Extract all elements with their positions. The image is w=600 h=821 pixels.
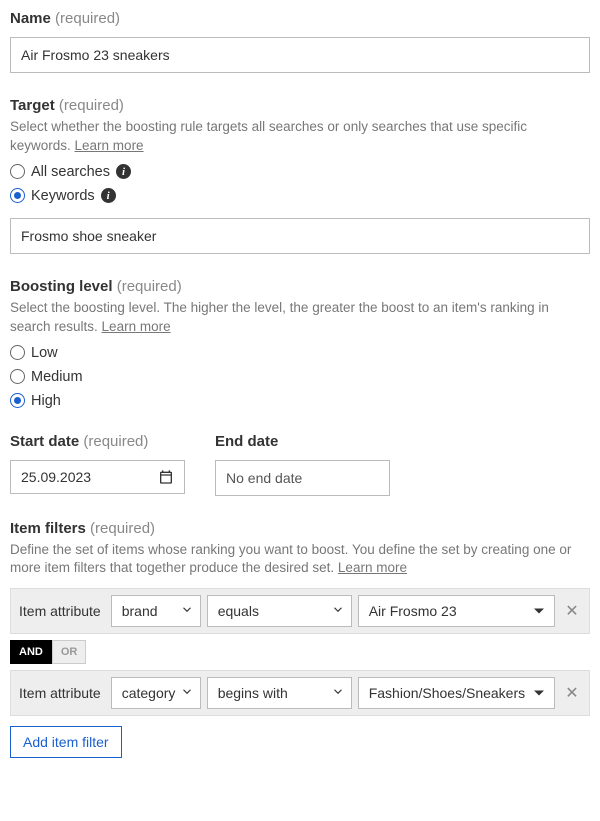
caret-down-icon [534,609,544,614]
boosting-level-help: Select the boosting level. The higher th… [10,299,590,337]
radio-all-searches-label: All searches [31,164,110,180]
item-filters-help: Define the set of items whose ranking yo… [10,541,590,579]
filter-attribute-value: category [122,685,176,701]
filter-row: Item attribute category begins with Fash… [10,670,590,716]
target-learn-more-link[interactable]: Learn more [75,138,144,153]
end-date-label-text: End date [215,433,278,450]
boosting-level-label-text: Boosting level [10,278,113,295]
name-label-text: Name [10,10,51,27]
filter-row-label: Item attribute [17,603,105,619]
filter-attribute-value: brand [122,603,158,619]
filter-value-text: Air Frosmo 23 [369,603,457,619]
start-date-input[interactable]: 25.09.2023 [10,460,185,494]
radio-all-searches[interactable] [10,164,25,179]
remove-filter-button[interactable]: ✕ [561,600,583,622]
filter-value-text: Fashion/Shoes/Sneakers [369,685,525,701]
required-tag: (required) [55,10,120,27]
required-tag: (required) [59,97,124,114]
radio-high-label: High [31,393,61,409]
radio-keywords[interactable] [10,188,25,203]
boosting-level-help-text: Select the boosting level. The higher th… [10,300,549,334]
item-filters-label-text: Item filters [10,520,86,537]
filter-operator-value: equals [218,603,259,619]
boosting-level-label: Boosting level (required) [10,278,590,295]
keywords-input[interactable] [10,218,590,254]
filter-logic-row: AND OR [10,640,590,664]
logic-and-button[interactable]: AND [10,640,52,664]
logic-or-button[interactable]: OR [52,640,87,664]
radio-low-label: Low [31,345,58,361]
radio-keywords-label: Keywords [31,188,95,204]
filter-row: Item attribute brand equals Air Frosmo 2… [10,588,590,634]
boost-medium-row[interactable]: Medium [10,369,590,385]
filters-learn-more-link[interactable]: Learn more [338,560,407,575]
filter-operator-value: begins with [218,685,288,701]
required-tag: (required) [83,433,148,450]
target-label: Target (required) [10,97,590,114]
start-date-label: Start date (required) [10,433,185,450]
radio-medium[interactable] [10,369,25,384]
item-filters-help-text: Define the set of items whose ranking yo… [10,542,571,576]
radio-low[interactable] [10,345,25,360]
boost-high-row[interactable]: High [10,393,590,409]
item-filters-label: Item filters (required) [10,520,590,537]
end-date-value: No end date [226,470,302,486]
end-date-label: End date [215,433,390,450]
filter-value-select[interactable]: Air Frosmo 23 [358,595,555,627]
filter-operator-select[interactable]: begins with [207,677,352,709]
chevron-down-icon [180,603,194,620]
start-date-value: 25.09.2023 [21,469,150,485]
name-input[interactable] [10,37,590,73]
boost-learn-more-link[interactable]: Learn more [102,319,171,334]
chevron-down-icon [331,603,345,620]
caret-down-icon [534,691,544,696]
required-tag: (required) [117,278,182,295]
radio-high[interactable] [10,393,25,408]
radio-medium-label: Medium [31,369,83,385]
remove-filter-button[interactable]: ✕ [561,682,583,704]
chevron-down-icon [180,685,194,702]
filter-attribute-select[interactable]: category [111,677,201,709]
name-label: Name (required) [10,10,590,27]
chevron-down-icon [331,685,345,702]
required-tag: (required) [90,520,155,537]
boost-low-row[interactable]: Low [10,345,590,361]
filter-attribute-select[interactable]: brand [111,595,201,627]
filter-operator-select[interactable]: equals [207,595,352,627]
target-option-all-row[interactable]: All searches i [10,164,590,180]
add-item-filter-button[interactable]: Add item filter [10,726,122,758]
filter-value-select[interactable]: Fashion/Shoes/Sneakers [358,677,555,709]
calendar-icon [158,469,174,485]
target-option-keywords-row[interactable]: Keywords i [10,188,590,204]
info-icon[interactable]: i [101,188,116,203]
info-icon[interactable]: i [116,164,131,179]
filter-row-label: Item attribute [17,685,105,701]
start-date-label-text: Start date [10,433,79,450]
target-help: Select whether the boosting rule targets… [10,118,590,156]
target-label-text: Target [10,97,55,114]
end-date-input[interactable]: No end date [215,460,390,496]
